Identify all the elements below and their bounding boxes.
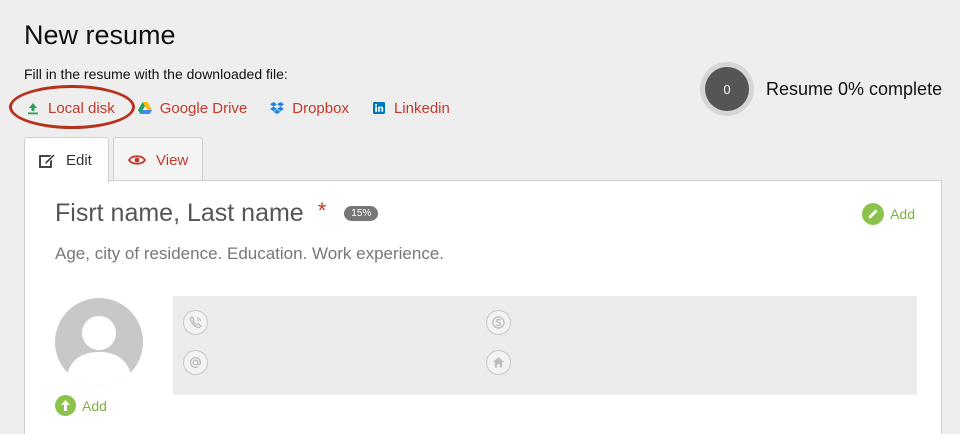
tab-edit[interactable]: Edit [24, 137, 109, 183]
import-dropbox-label: Dropbox [292, 99, 349, 117]
summary-field[interactable]: Age, city of residence. Education. Work … [55, 244, 444, 264]
skype-icon[interactable] [486, 310, 511, 335]
progress-value: 0 [705, 67, 749, 111]
import-linkedin-label: Linkedin [393, 99, 450, 117]
pencil-icon [862, 203, 885, 225]
import-dropbox-link[interactable]: Dropbox [270, 100, 349, 117]
full-name-field[interactable]: Fisrt name, Last name [55, 199, 304, 228]
add-photo-button[interactable]: Add [55, 395, 107, 416]
phone-icon[interactable] [183, 310, 208, 335]
arrow-up-icon [55, 395, 76, 416]
tab-view[interactable]: View [113, 137, 203, 182]
tab-bar: Edit View [24, 137, 203, 183]
home-icon[interactable] [486, 350, 511, 375]
import-sources: Local disk Google Drive Dropbox Linkedin [16, 96, 473, 120]
add-photo-label: Add [82, 397, 107, 414]
edit-icon [39, 153, 56, 168]
email-icon[interactable] [183, 350, 208, 375]
linkedin-icon [372, 101, 386, 115]
tab-edit-label: Edit [66, 152, 92, 169]
eye-icon [128, 154, 146, 166]
import-instructions: Fill in the resume with the downloaded f… [24, 66, 288, 82]
import-google-drive-label: Google Drive [159, 99, 248, 117]
import-local-disk-link[interactable]: Local disk [26, 100, 115, 117]
avatar[interactable] [55, 298, 143, 386]
import-linkedin-link[interactable]: Linkedin [372, 100, 450, 117]
required-marker: * [317, 197, 327, 223]
progress-ring: 0 [700, 62, 754, 116]
upload-icon [26, 101, 40, 115]
progress-label: Resume 0% complete [766, 78, 943, 99]
google-drive-icon [137, 101, 152, 115]
contacts-panel [173, 296, 917, 395]
completion-badge: 15% [344, 206, 379, 221]
page-title: New resume [24, 20, 176, 50]
add-details-label: Add [890, 206, 915, 222]
user-silhouette-icon [65, 316, 133, 386]
tab-view-label: View [156, 151, 189, 169]
resume-progress: 0 Resume 0% complete [700, 62, 942, 116]
name-row: Fisrt name, Last name * 15% [55, 197, 379, 228]
add-details-button[interactable]: Add [862, 203, 915, 225]
import-google-drive-link[interactable]: Google Drive [137, 99, 248, 117]
import-local-disk-label: Local disk [48, 99, 115, 117]
resume-editor-card: Fisrt name, Last name * 15% Add Age, cit… [24, 180, 942, 434]
dropbox-icon [270, 101, 285, 115]
